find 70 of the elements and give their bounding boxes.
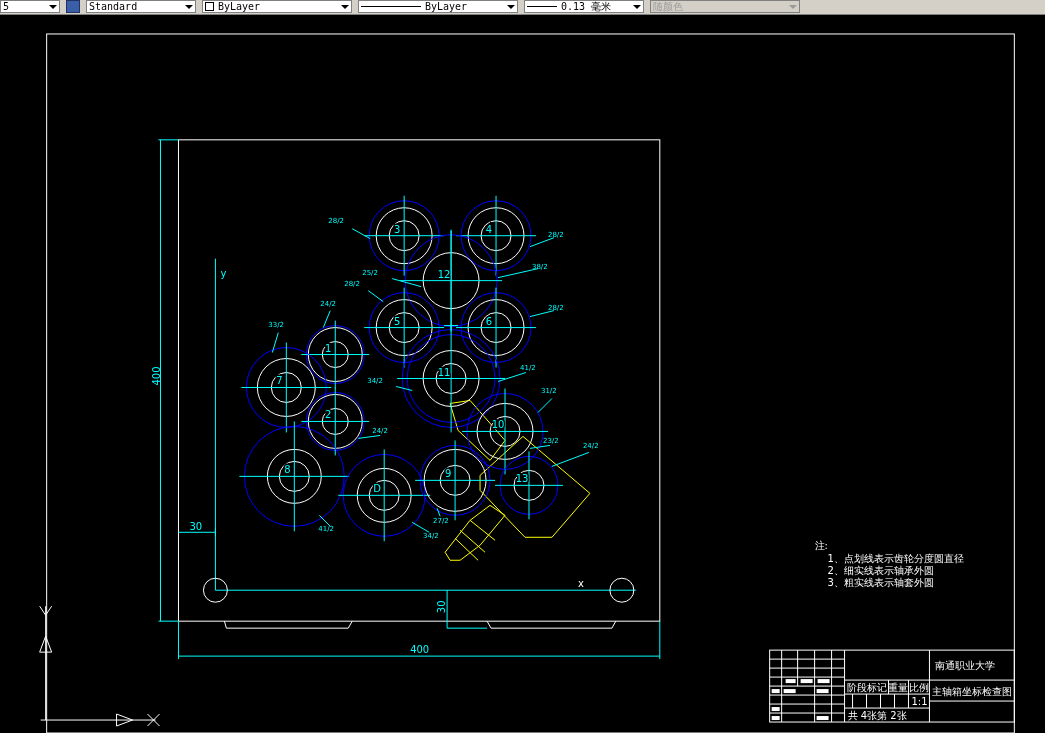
- gear-number: 3: [394, 223, 401, 235]
- leader-line: [529, 310, 555, 318]
- gear-number: 12: [437, 268, 451, 280]
- note-line: 3、粗实线表示轴套外圆: [827, 577, 934, 589]
- note-line: 1、点划线表示齿轮分度圆直径: [827, 553, 964, 565]
- drawing-title: 主轴箱坐标检查图: [932, 686, 1013, 698]
- leader-line: [395, 386, 413, 391]
- lineweight-combo-dropdown[interactable]: 0.13 毫米: [524, 0, 644, 14]
- caret-icon: [49, 5, 57, 9]
- gear-number: 5: [394, 315, 401, 327]
- school-name: 南通职业大学: [935, 660, 996, 672]
- gear-number: 8: [284, 464, 291, 476]
- leader-line: [357, 434, 381, 439]
- ucs-icon: [39, 605, 160, 727]
- line-sample-icon: [361, 6, 421, 8]
- dimension-label: 400: [151, 366, 163, 386]
- gear-number: 10: [491, 419, 505, 431]
- caret-icon: [185, 5, 193, 9]
- leader-line: [351, 228, 371, 240]
- note-line: 2、细实线表示轴承外圆: [827, 565, 934, 577]
- notes-title: 注:: [814, 540, 828, 552]
- gear-number: 1: [325, 342, 332, 354]
- leader-line: [537, 397, 553, 413]
- dimension-label: 30: [189, 521, 203, 533]
- dimension-label: 30: [436, 600, 448, 614]
- leader-line: [322, 310, 331, 329]
- leader-line: [551, 451, 590, 467]
- text-style-icon[interactable]: [66, 0, 80, 14]
- linetype-combo-dropdown[interactable]: ByLayer: [358, 0, 518, 14]
- gear-number: 6: [485, 315, 493, 327]
- leader-line: [436, 507, 441, 517]
- leader-line: [529, 444, 551, 449]
- leader-line: [529, 237, 555, 248]
- line-sample-icon: [527, 6, 557, 8]
- gear-number: 9: [444, 468, 452, 480]
- leader-line: [318, 514, 331, 527]
- caret-icon: [341, 5, 349, 9]
- scale-value: 1:1: [911, 696, 928, 708]
- leader-line: [271, 332, 279, 353]
- dimension-label: 400: [410, 644, 430, 656]
- axis-label: y: [220, 267, 227, 279]
- gear-drawing: [300, 320, 370, 389]
- gear-number: 7: [276, 375, 283, 387]
- color-swatch-icon: [205, 2, 214, 12]
- leader-line: [391, 278, 422, 288]
- leader-line: [497, 372, 527, 382]
- caret-icon: [633, 5, 641, 9]
- caret-icon: [507, 5, 515, 9]
- caret-icon: [789, 5, 797, 9]
- style-combo-dropdown[interactable]: Standard: [86, 0, 196, 14]
- stage-mark-label: 阶段标记: [846, 682, 887, 694]
- gear-number: 11: [437, 366, 451, 378]
- weight-label: 重量: [888, 682, 909, 694]
- gear-number: 13: [515, 473, 529, 485]
- gear-drawing: [494, 450, 564, 520]
- clamp-arm-outline: [449, 399, 506, 461]
- axis-label: x: [577, 578, 584, 590]
- scale-label: 比例: [909, 682, 930, 694]
- title-block-fill: [771, 679, 830, 720]
- combo-dropdown[interactable]: 5: [0, 0, 60, 14]
- sheet-count: 共 4张第 2张: [847, 710, 907, 721]
- locating-hole: [202, 577, 228, 603]
- leader-line: [411, 521, 430, 533]
- gear-number: D: [373, 483, 382, 495]
- locating-hole: [609, 577, 635, 603]
- leader-line: [367, 290, 384, 303]
- gear-number: 4: [485, 223, 493, 235]
- gear-number: 2: [325, 409, 332, 421]
- leader-line: [497, 268, 539, 279]
- color-combo-dropdown[interactable]: ByLayer: [202, 0, 352, 14]
